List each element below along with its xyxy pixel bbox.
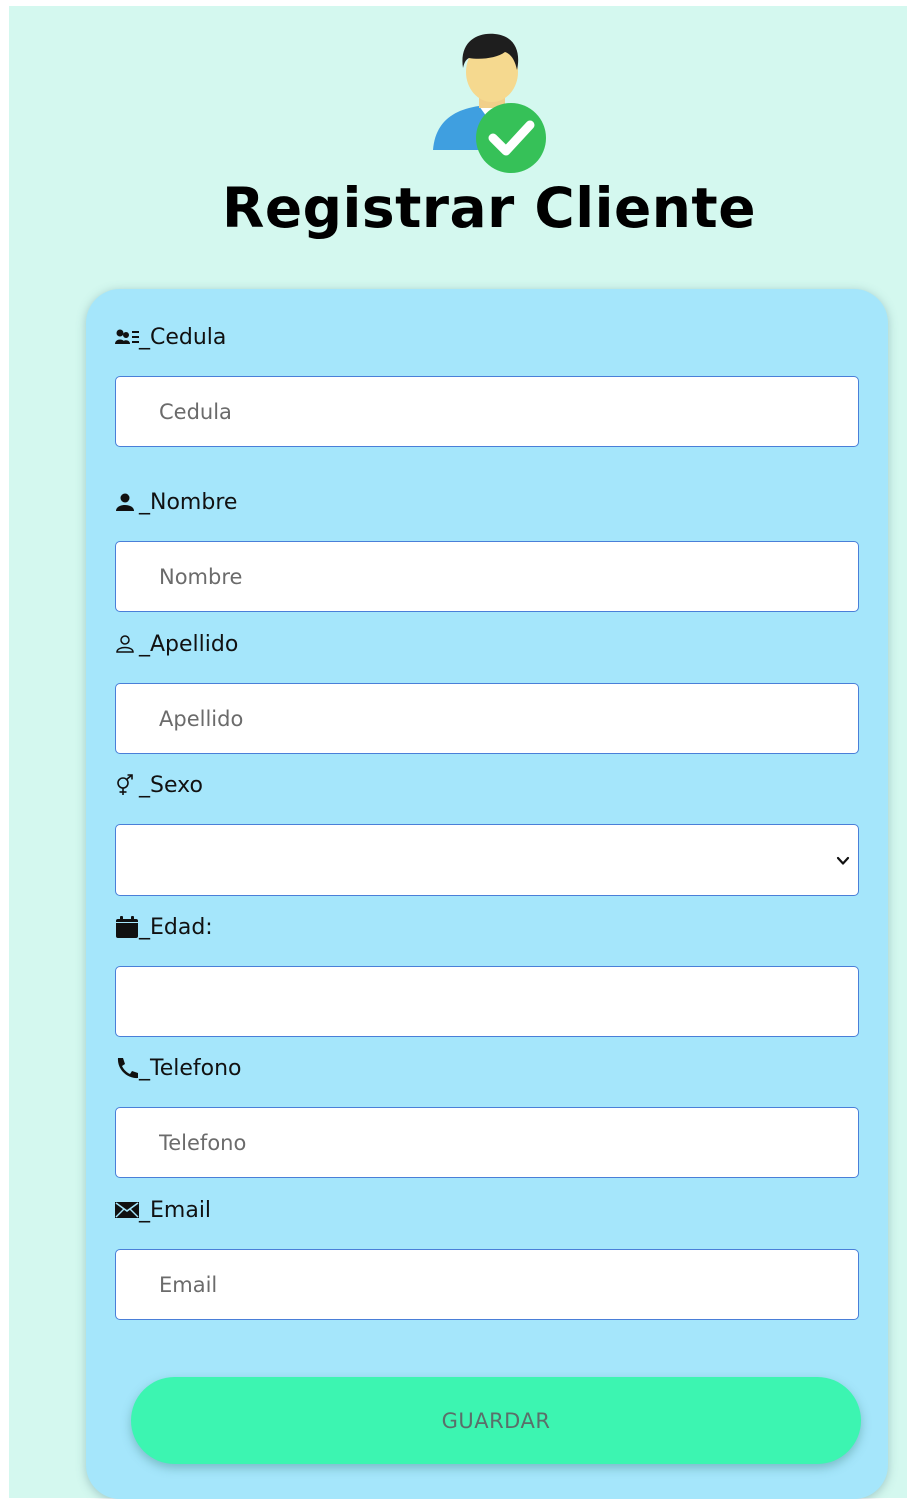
save-button[interactable]: GUARDAR bbox=[131, 1377, 861, 1464]
sexo-label: _Sexo bbox=[115, 770, 203, 800]
gender-icon bbox=[115, 773, 139, 797]
email-label-text: _Email bbox=[139, 1197, 212, 1223]
id-card-icon bbox=[115, 325, 139, 349]
apellido-label: _Apellido bbox=[115, 629, 238, 659]
telefono-label: _Telefono bbox=[115, 1053, 242, 1083]
page-title: Registrar Cliente bbox=[221, 176, 757, 240]
register-form-card: _Cedula _Nombre _Apellido bbox=[86, 289, 888, 1499]
user-check-icon bbox=[429, 32, 547, 174]
cedula-label: _Cedula bbox=[115, 322, 226, 352]
sexo-select[interactable] bbox=[115, 824, 859, 896]
edad-label-text: _Edad: bbox=[139, 914, 213, 940]
sexo-label-text: _Sexo bbox=[139, 772, 203, 798]
apellido-input[interactable] bbox=[115, 683, 859, 754]
telefono-input[interactable] bbox=[115, 1107, 859, 1178]
email-label: _Email bbox=[115, 1195, 211, 1225]
cedula-label-text: _Cedula bbox=[139, 324, 227, 350]
user-icon bbox=[115, 490, 139, 514]
page-background: Registrar Cliente _Cedula Cedula _Nombre… bbox=[9, 6, 907, 1499]
user-outline-icon bbox=[115, 632, 139, 656]
envelope-icon bbox=[115, 1198, 139, 1222]
chevron-down-icon bbox=[836, 853, 850, 867]
edad-input[interactable] bbox=[115, 966, 859, 1037]
email-input[interactable] bbox=[115, 1249, 859, 1320]
cedula-input[interactable] bbox=[115, 376, 859, 447]
nombre-label: _Nombre bbox=[115, 487, 237, 517]
apellido-label-text: _Apellido bbox=[139, 631, 239, 657]
calendar-icon bbox=[115, 915, 139, 939]
edad-label: _Edad: bbox=[115, 912, 213, 942]
phone-icon bbox=[115, 1056, 139, 1080]
telefono-label-text: _Telefono bbox=[139, 1055, 242, 1081]
nombre-input[interactable] bbox=[115, 541, 859, 612]
nombre-label-text: _Nombre bbox=[139, 489, 238, 515]
